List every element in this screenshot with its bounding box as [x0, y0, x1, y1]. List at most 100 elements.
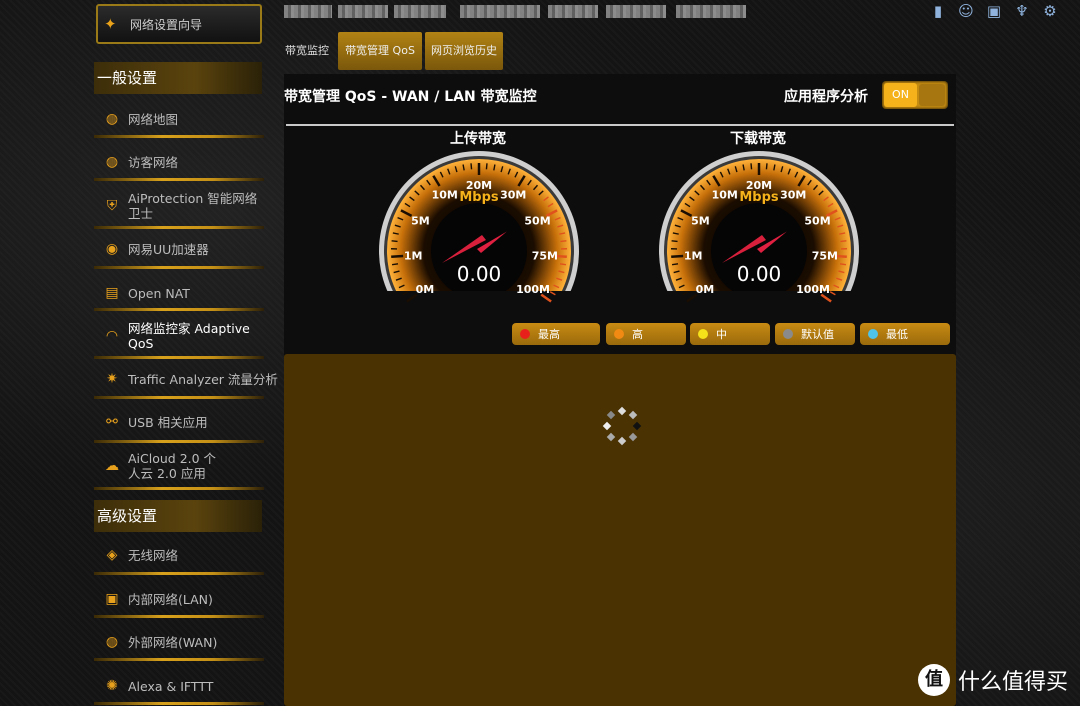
gauge-value: 0.00 [737, 262, 782, 286]
gauge-tick [559, 263, 567, 266]
legend-label: 默认值 [801, 328, 834, 341]
divider [94, 226, 264, 229]
sidebar-item-aiprotection[interactable]: ⛨ AiProtection 智能网络卫士 [94, 189, 264, 223]
uu-accelerator-icon: ◉ [105, 241, 119, 257]
upload-speed-gauge: 0M1M5M10M20M30M50M75M100MMbps0.00 [374, 151, 584, 311]
gauge-tick-label: 1M [404, 249, 423, 262]
gauge-tick [750, 163, 753, 170]
phone-icon[interactable]: ▮ [928, 2, 948, 20]
blurred-text [460, 5, 540, 18]
sidebar-item-alexa-ifttt[interactable]: ✺ Alexa & IFTTT [94, 675, 264, 697]
alexa-icon: ✺ [106, 678, 118, 694]
divider [94, 572, 264, 575]
legend-label: 最低 [886, 328, 908, 341]
gauge-tick-label: 5M [691, 215, 710, 228]
users-icon[interactable]: ☺ [956, 2, 976, 20]
download-speed-gauge: 0M1M5M10M20M30M50M75M100MMbps0.00 [654, 151, 864, 311]
legend-high: 高 [606, 323, 686, 345]
sidebar-item-adaptive-qos[interactable]: ◠ 网络监控家 Adaptive QoS [94, 319, 264, 353]
legend-dot [614, 329, 624, 339]
sidebar-item-aicloud[interactable]: ☁ AiCloud 2.0 个人云 2.0 应用 [94, 449, 264, 483]
legend-medium: 中 [690, 323, 770, 345]
gauge-tick-label: 100M [796, 283, 830, 296]
gauge-tick [839, 263, 847, 266]
sidebar-item-traffic-analyzer[interactable]: ✷ Traffic Analyzer 流量分析 [94, 368, 278, 390]
wizard-label: 网络设置向导 [130, 17, 203, 32]
wireless-icon: ◈ [106, 547, 118, 563]
legend-dot [783, 329, 793, 339]
sidebar-item-wireless[interactable]: ◈ 无线网络 [94, 544, 264, 566]
watermark-logo: 值 [917, 664, 950, 696]
guest-globe-icon: ◍ [105, 154, 119, 170]
divider [94, 308, 264, 311]
gauge-tick-label: 10M [432, 189, 458, 202]
app-analysis-label: 应用程序分析 [784, 89, 868, 105]
divider [94, 487, 264, 490]
blurred-text [676, 5, 746, 18]
sidebar-item-wan[interactable]: ◍ 外部网络(WAN) [94, 631, 264, 653]
sidebar-item-network-map[interactable]: ◍ 网络地图 [94, 108, 264, 130]
title-divider [286, 124, 954, 126]
sidebar-item-uu-accelerator[interactable]: ◉ 网易UU加速器 [94, 238, 264, 260]
network-setup-wizard-button[interactable]: ✦ 网络设置向导 [96, 4, 262, 44]
sidebar-item-guest-network[interactable]: ◍ 访客网络 [94, 151, 264, 173]
tab-browsing-history[interactable]: 网页浏览历史 [425, 32, 503, 70]
toggle-knob [919, 84, 945, 106]
gauge-tick-label: 30M [500, 189, 526, 202]
gauge-tick-label: 50M [804, 215, 830, 228]
legend-label: 中 [716, 328, 727, 341]
shield-lock-icon: ⛨ [106, 198, 118, 214]
gauge-tick-label: 0M [696, 283, 715, 296]
watermark: 值 什么值得买 [917, 664, 1068, 696]
gauge-tick-label: 1M [684, 249, 703, 262]
gauge-tick-label: 5M [411, 215, 430, 228]
advanced-settings-header: 高级设置 [94, 500, 262, 532]
sidebar-item-lan[interactable]: ▣ 内部网络(LAN) [94, 588, 264, 610]
usb-status-icon[interactable]: ♆ [1012, 2, 1032, 20]
legend-default: 默认值 [775, 323, 855, 345]
divider [94, 178, 264, 181]
gauge-tick [671, 263, 679, 266]
tab-bandwidth-monitor[interactable]: 带宽监控 [280, 32, 334, 70]
wizard-icon: ✦ [104, 15, 117, 33]
gauge-tick [391, 240, 398, 243]
download-gauge-title: 下载带宽 [730, 131, 786, 147]
divider [94, 266, 264, 269]
gauge-tick-label: 30M [780, 189, 806, 202]
divider [94, 356, 264, 359]
lan-icon: ▣ [105, 591, 119, 607]
legend-dot [520, 329, 530, 339]
gauge-tick [671, 240, 678, 243]
gauge-tick [765, 163, 768, 170]
tab-qos[interactable]: 带宽管理 QoS [338, 32, 422, 70]
gauge-tick-label: 10M [712, 189, 738, 202]
speedometer-icon: ◠ [105, 328, 119, 344]
divider [94, 702, 264, 705]
blurred-text [394, 5, 446, 18]
gauge-unit: Mbps [739, 190, 779, 205]
panel-title: 带宽管理 QoS - WAN / LAN 带宽监控 [284, 89, 537, 105]
divider [94, 135, 264, 138]
cloud-icon: ☁ [105, 458, 119, 474]
settings-gear-icon[interactable]: ⚙ [1040, 2, 1060, 20]
analyzer-icon: ✷ [106, 371, 118, 387]
gauge-tick [485, 163, 488, 170]
app-analysis-toggle[interactable]: ON [882, 81, 948, 109]
gauge-tick-label: 0M [416, 283, 435, 296]
sidebar-item-open-nat[interactable]: ▤ Open NAT [94, 282, 264, 304]
network-status-icon[interactable]: ▣ [984, 2, 1004, 20]
divider [94, 615, 264, 618]
legend-dot [868, 329, 878, 339]
blurred-text [548, 5, 598, 18]
globe-icon: ◍ [105, 111, 119, 127]
divider [94, 440, 264, 443]
legend-highest: 最高 [512, 323, 600, 345]
usb-icon: ⚯ [106, 414, 118, 430]
gauge-tick-label: 75M [532, 249, 558, 262]
blurred-text [606, 5, 666, 18]
toggle-on-label: ON [884, 83, 917, 107]
sidebar-item-usb-apps[interactable]: ⚯ USB 相关应用 [94, 411, 264, 433]
gauge-tick-label: 75M [812, 249, 838, 262]
gauge-unit: Mbps [459, 190, 499, 205]
gauge-tick [470, 163, 473, 170]
